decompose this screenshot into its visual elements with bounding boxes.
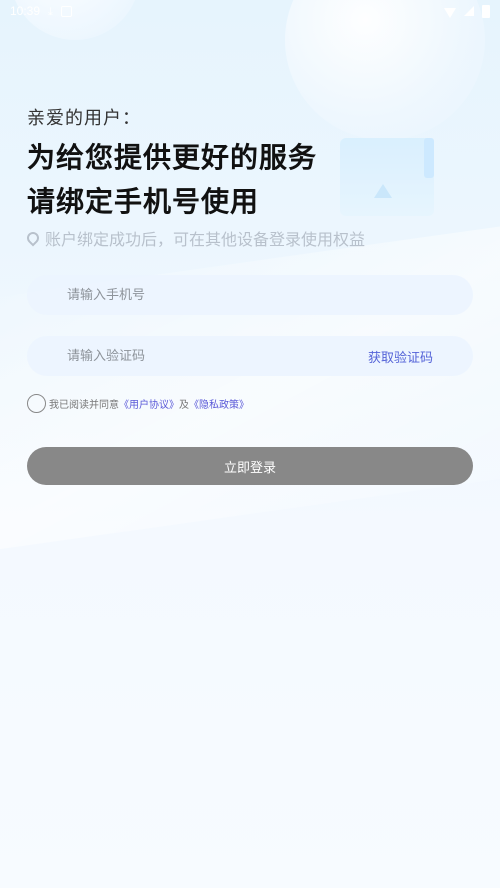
signal-icon (464, 6, 474, 16)
agreement-row: 我已阅读并同意 《用户协议》 及 《隐私政策》 (27, 394, 249, 413)
background (0, 0, 500, 888)
status-left: 10:39 ⤓ (10, 4, 72, 18)
benefit-note-text: 账户绑定成功后，可在其他设备登录使用权益 (45, 230, 366, 249)
agreement-checkbox[interactable] (27, 394, 46, 413)
phone-field[interactable] (27, 275, 473, 315)
location-pin-icon (24, 229, 42, 247)
page-title-line-2: 请绑定手机号使用 (27, 185, 260, 218)
decorative-card-illustration (340, 138, 434, 216)
status-time: 10:39 (10, 4, 41, 18)
greeting-text: 亲爱的用户： (27, 108, 141, 129)
decorative-sheen (0, 212, 500, 558)
status-right (444, 4, 490, 18)
status-bar: 10:39 ⤓ (0, 0, 500, 22)
privacy-policy-link[interactable]: 《隐私政策》 (189, 396, 249, 411)
page-title-line-1: 为给您提供更好的服务 (27, 141, 318, 174)
battery-icon (482, 4, 490, 18)
phone-input[interactable] (27, 286, 473, 304)
decorative-card-strip (424, 138, 434, 178)
notification-icon (60, 5, 72, 17)
get-code-button[interactable]: 获取验证码 (368, 347, 433, 366)
user-agreement-link[interactable]: 《用户协议》 (119, 396, 179, 411)
wifi-icon (444, 8, 456, 18)
agreement-prefix: 我已阅读并同意 (49, 400, 119, 411)
download-icon: ⤓ (48, 4, 53, 18)
verification-code-input[interactable] (27, 347, 368, 365)
code-field[interactable]: 获取验证码 (27, 336, 473, 376)
login-button[interactable]: 立即登录 (27, 447, 473, 485)
benefit-note: 账户绑定成功后，可在其他设备登录使用权益 (24, 226, 366, 250)
agreement-and: 及 (179, 400, 189, 411)
